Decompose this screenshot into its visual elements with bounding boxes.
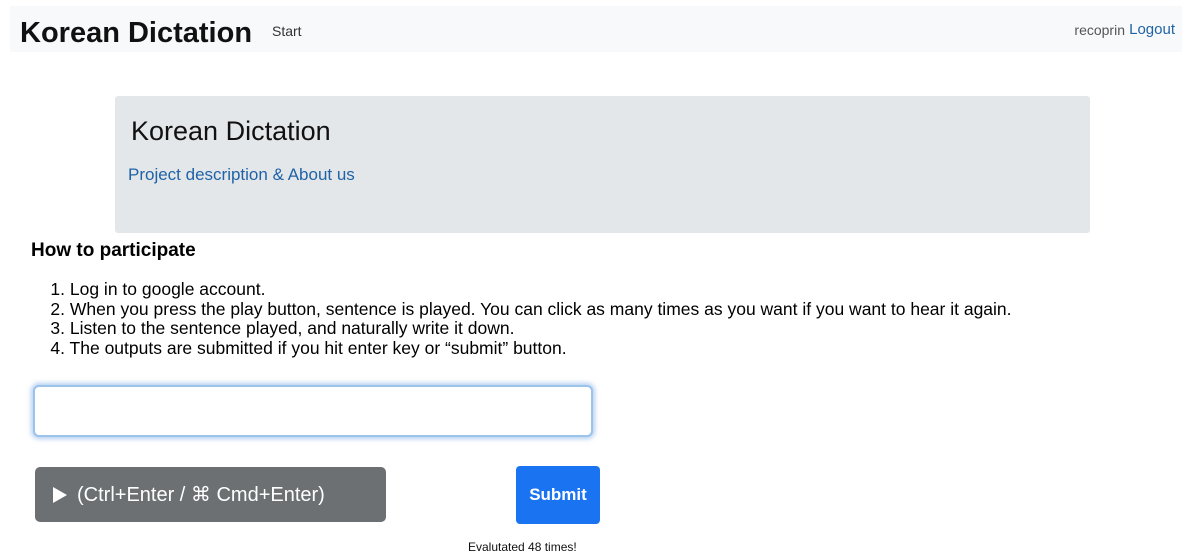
instructions-heading: How to participate: [31, 240, 196, 261]
play-button[interactable]: (Ctrl+Enter / ⌘ Cmd+Enter): [35, 467, 386, 522]
list-item: 4. The outputs are submitted if you hit …: [10, 337, 1012, 359]
step-text: Listen to the sentence played, and natur…: [69, 318, 515, 338]
step-text: Log in to google account.: [69, 279, 266, 299]
step-text: The outputs are submitted if you hit ent…: [69, 337, 567, 358]
step-number: 3.: [50, 318, 65, 338]
page-title: Korean Dictation: [131, 116, 331, 146]
step-text: When you press the play button, sentence…: [69, 298, 1012, 319]
about-link[interactable]: Project description & About us: [128, 165, 355, 185]
evaluation-count: Evalutated 48 times!: [468, 540, 577, 554]
username-label: recoprin: [1074, 22, 1125, 38]
list-item: 2. When you press the play button, sente…: [10, 298, 1012, 320]
top-navbar: Korean Dictation Start recoprin Logout: [10, 6, 1182, 52]
logout-link[interactable]: Logout: [1129, 21, 1175, 38]
submit-button[interactable]: Submit: [516, 466, 600, 524]
list-item: 1. Log in to google account.: [10, 279, 1012, 300]
instructions-list: 1. Log in to google account. 2. When you…: [10, 279, 1012, 359]
start-link[interactable]: Start: [272, 23, 302, 39]
brand-title[interactable]: Korean Dictation: [20, 16, 252, 50]
answer-input[interactable]: [33, 385, 593, 437]
list-item: 3. Listen to the sentence played, and na…: [10, 318, 1012, 339]
step-number: 4.: [50, 337, 65, 358]
intro-panel: Korean Dictation Project description & A…: [115, 96, 1090, 233]
step-number: 2.: [50, 298, 65, 319]
play-button-label: (Ctrl+Enter / ⌘ Cmd+Enter): [77, 484, 325, 506]
step-number: 1.: [50, 279, 65, 299]
play-icon: [53, 486, 67, 503]
